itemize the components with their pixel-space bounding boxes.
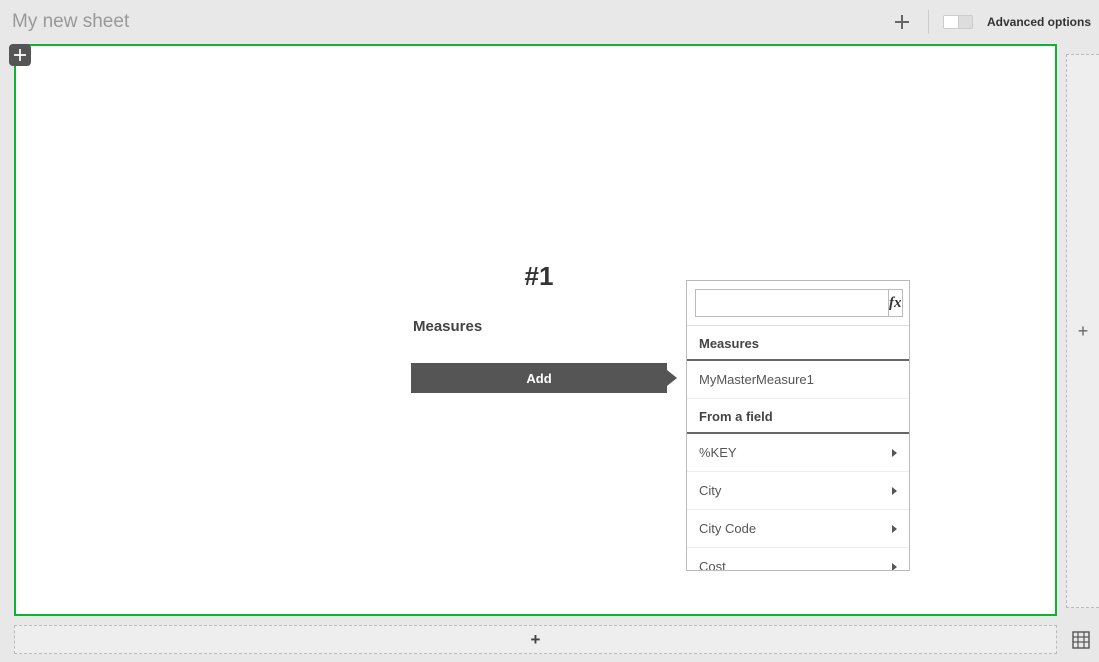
header-add-button[interactable]: [890, 10, 914, 34]
list-item-label: City: [699, 483, 721, 498]
list-item-label: City Code: [699, 521, 756, 536]
chevron-right-icon: [892, 563, 897, 571]
list-item[interactable]: Cost: [687, 548, 909, 570]
table-view-button[interactable]: [1067, 626, 1095, 654]
fx-expression-button[interactable]: fx: [888, 289, 903, 317]
kpi-config-panel: #1 Measures Add: [411, 261, 667, 393]
bottom-drop-zone[interactable]: +: [14, 625, 1057, 654]
divider: [928, 10, 929, 34]
list-item[interactable]: MyMasterMeasure1: [687, 361, 909, 399]
section-header-from-field: From a field: [687, 399, 909, 434]
advanced-options-label: Advanced options: [987, 15, 1091, 29]
list-item[interactable]: City: [687, 472, 909, 510]
canvas-add-badge[interactable]: [9, 44, 31, 66]
list-item-label: Cost: [699, 559, 726, 570]
table-icon: [1072, 631, 1090, 649]
measures-heading: Measures: [411, 318, 667, 335]
right-drop-zone[interactable]: +: [1066, 54, 1099, 608]
measure-picker-popover: fx Measures MyMasterMeasure1 From a fiel…: [686, 280, 910, 571]
toggle-knob: [944, 16, 959, 28]
add-measure-button[interactable]: Add: [411, 363, 667, 393]
header-controls: Advanced options: [890, 10, 1091, 34]
plus-icon: [895, 15, 909, 29]
advanced-options-toggle[interactable]: [943, 15, 973, 29]
section-header-measures: Measures: [687, 326, 909, 361]
chevron-right-icon: [892, 487, 897, 495]
plus-icon: +: [531, 630, 541, 650]
kpi-number-placeholder: #1: [411, 261, 667, 292]
chevron-right-icon: [892, 449, 897, 457]
search-input[interactable]: [695, 289, 888, 317]
fx-icon: fx: [889, 295, 902, 312]
plus-icon: [14, 49, 26, 61]
sheet-canvas[interactable]: #1 Measures Add fx Measures MyMasterMeas…: [14, 44, 1057, 616]
pointer-notch-icon: [667, 370, 677, 386]
popover-search-row: fx: [687, 281, 909, 325]
chevron-right-icon: [892, 525, 897, 533]
add-button-label: Add: [526, 371, 551, 386]
plus-icon: +: [1078, 321, 1089, 342]
list-item-label: %KEY: [699, 445, 737, 460]
list-item[interactable]: City Code: [687, 510, 909, 548]
popover-list[interactable]: Measures MyMasterMeasure1 From a field %…: [687, 325, 909, 570]
list-item[interactable]: %KEY: [687, 434, 909, 472]
header-bar: My new sheet Advanced options: [0, 0, 1099, 44]
sheet-title[interactable]: My new sheet: [12, 11, 129, 33]
list-item-label: MyMasterMeasure1: [699, 372, 814, 387]
